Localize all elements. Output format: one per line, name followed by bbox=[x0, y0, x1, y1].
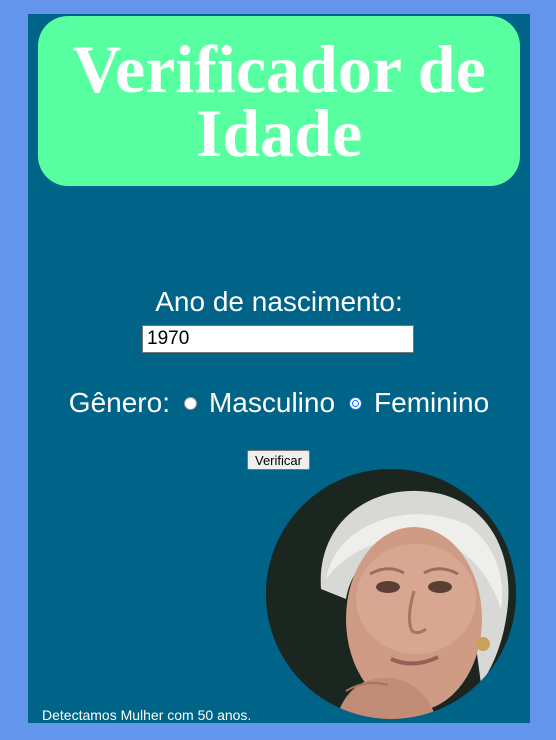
title-banner: Verificador de Idade bbox=[38, 16, 520, 186]
gender-label: Gênero: bbox=[68, 387, 170, 418]
elderly-woman-photo-icon bbox=[266, 469, 516, 719]
gender-option-female-label[interactable]: Feminino bbox=[374, 387, 489, 419]
birth-year-input[interactable] bbox=[142, 325, 414, 353]
main-panel: Verificador de Idade Ano de nascimento: … bbox=[28, 14, 530, 723]
verify-button[interactable]: Verificar bbox=[247, 450, 310, 470]
gender-radio-female[interactable] bbox=[349, 396, 363, 410]
page-title: Verificador de Idade bbox=[72, 31, 486, 171]
result-text: Detectamos Mulher com 50 anos. bbox=[42, 707, 252, 723]
gender-radio-male[interactable] bbox=[183, 396, 197, 410]
gender-option-male-label[interactable]: Masculino bbox=[209, 387, 335, 419]
result-photo bbox=[266, 469, 516, 719]
birth-year-label: Ano de nascimento: bbox=[155, 286, 403, 317]
gender-group: Gênero: Masculino Feminino bbox=[28, 387, 530, 419]
